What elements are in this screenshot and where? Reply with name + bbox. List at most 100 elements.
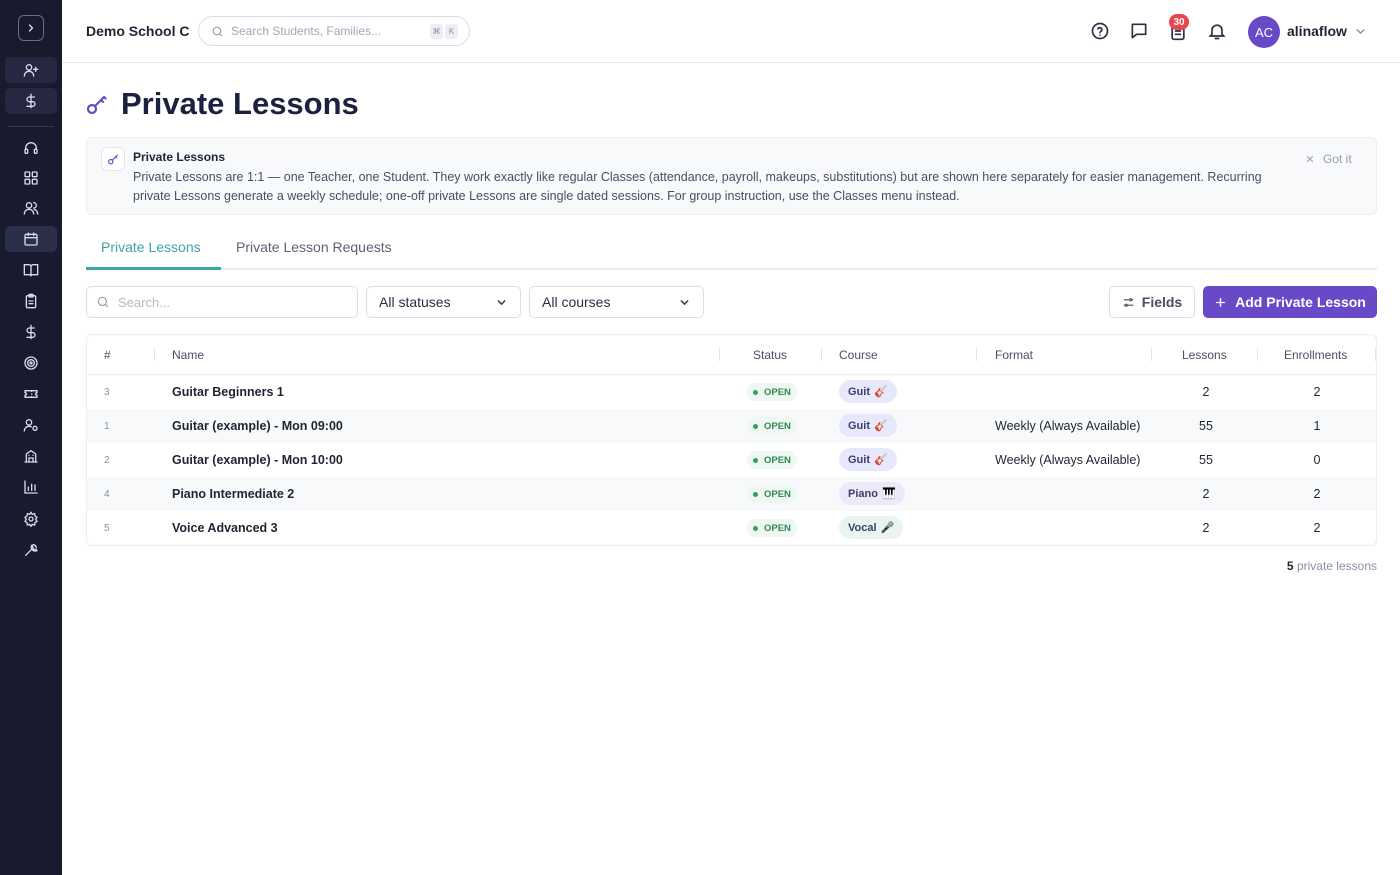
tab-private-lessons[interactable]: Private Lessons	[101, 239, 201, 255]
notifications-button[interactable]	[1207, 21, 1227, 41]
sidebar-item-tools[interactable]	[5, 537, 57, 563]
column-divider	[1151, 348, 1152, 361]
sidebar-item-goals[interactable]	[5, 350, 57, 376]
table-row[interactable]: 1 Guitar (example) - Mon 09:00 OPEN Guit…	[87, 409, 1376, 443]
row-lessons: 2	[1202, 521, 1210, 535]
target-icon	[24, 356, 38, 370]
row-name[interactable]: Piano Intermediate 2	[172, 487, 294, 501]
row-enrollments: 2	[1313, 521, 1321, 535]
key-icon	[85, 93, 109, 117]
status-filter-value: All statuses	[379, 294, 451, 310]
row-name[interactable]: Guitar (example) - Mon 10:00	[172, 453, 343, 467]
key-icon	[101, 147, 125, 171]
row-format: Weekly (Always Available)	[995, 419, 1141, 433]
expand-sidebar-button[interactable]	[18, 15, 44, 41]
building-icon	[24, 449, 38, 463]
school-name[interactable]: Demo School C	[86, 23, 189, 39]
status-filter-select[interactable]: All statuses	[366, 286, 521, 318]
column-header-lessons[interactable]: Lessons	[1182, 348, 1227, 362]
gear-icon	[24, 511, 38, 527]
sidebar-item-settings[interactable]	[5, 506, 57, 532]
table-row[interactable]: 4 Piano Intermediate 2 OPEN Piano 🎹 2 2	[87, 477, 1376, 511]
column-header-status[interactable]: Status	[753, 348, 787, 362]
course-chip[interactable]: Vocal 🎤	[839, 516, 904, 539]
column-divider	[154, 348, 155, 361]
shortcut-key-cmd: ⌘	[430, 24, 443, 39]
table-row[interactable]: 5 Voice Advanced 3 OPEN Vocal 🎤 2 2	[87, 511, 1376, 545]
row-name[interactable]: Guitar (example) - Mon 09:00	[172, 419, 343, 433]
guitar-icon: 🎸	[874, 454, 888, 466]
sidebar-item-support[interactable]	[5, 135, 57, 161]
chevron-right-icon	[28, 24, 34, 32]
column-header-course[interactable]: Course	[839, 348, 878, 362]
course-chip[interactable]: Guit 🎸	[839, 448, 897, 471]
ticket-icon	[24, 390, 38, 398]
chevron-down-icon	[680, 299, 689, 305]
sidebar-item-calendar[interactable]	[5, 226, 57, 252]
lesson-search-placeholder: Search...	[118, 294, 171, 310]
row-name[interactable]: Voice Advanced 3	[172, 521, 278, 535]
help-circle-icon	[1091, 22, 1109, 40]
status-badge: OPEN	[747, 417, 797, 435]
column-header-enrollments[interactable]: Enrollments	[1284, 348, 1347, 362]
bell-icon	[1208, 24, 1226, 40]
top-bar: Demo School C Search Students, Families.…	[62, 0, 1400, 63]
microphone-icon: 🎤	[880, 522, 895, 534]
column-header-format[interactable]: Format	[995, 348, 1033, 362]
global-search-input[interactable]: Search Students, Families... ⌘ K	[198, 16, 470, 46]
lesson-search-input[interactable]: Search...	[86, 286, 358, 318]
status-badge: OPEN	[747, 485, 797, 503]
sidebar-item-locations[interactable]	[5, 443, 57, 469]
row-id: 3	[104, 387, 110, 398]
sidebar-item-tasks[interactable]	[5, 288, 57, 314]
column-divider	[821, 348, 822, 361]
table-row[interactable]: 2 Guitar (example) - Mon 10:00 OPEN Guit…	[87, 443, 1376, 477]
private-lessons-table: # Name Status Course Format Lessons Enro…	[86, 334, 1377, 546]
help-button[interactable]	[1090, 21, 1110, 41]
row-lessons: 2	[1202, 385, 1210, 399]
course-chip[interactable]: Piano 🎹	[839, 482, 905, 505]
user-name[interactable]: alinaflow	[1287, 23, 1347, 39]
row-id: 2	[104, 455, 110, 466]
row-lessons: 2	[1202, 487, 1210, 501]
user-menu-chevron[interactable]	[1354, 25, 1367, 38]
table-row[interactable]: 3 Guitar Beginners 1 OPEN Guit 🎸 2 2	[87, 375, 1376, 409]
dismiss-info-button[interactable]: Got it	[1305, 152, 1352, 166]
add-private-lesson-button[interactable]: Add Private Lesson	[1203, 286, 1377, 318]
users-icon	[23, 202, 39, 215]
column-divider	[1375, 348, 1376, 361]
info-banner: Private Lessons Private Lessons are 1:1 …	[86, 137, 1377, 215]
info-banner-title: Private Lessons	[133, 150, 226, 164]
page-title: Private Lessons	[121, 86, 359, 121]
column-divider	[719, 348, 720, 361]
course-chip[interactable]: Guit 🎸	[839, 380, 897, 403]
sidebar-item-add-user[interactable]	[5, 57, 57, 83]
fields-button-label: Fields	[1141, 294, 1183, 310]
fields-button[interactable]: Fields	[1109, 286, 1195, 318]
column-header-id[interactable]: #	[104, 348, 111, 362]
tab-private-lesson-requests[interactable]: Private Lesson Requests	[236, 239, 392, 255]
sidebar-item-billing[interactable]	[5, 319, 57, 345]
sidebar-item-tickets[interactable]	[5, 381, 57, 407]
messages-button[interactable]	[1129, 21, 1149, 41]
row-lessons: 55	[1199, 419, 1213, 433]
sidebar-item-billing-quick[interactable]	[5, 88, 57, 114]
sidebar-item-staff[interactable]	[5, 412, 57, 438]
calendar-icon	[24, 232, 38, 246]
grid-icon	[24, 171, 38, 185]
sliders-icon	[1123, 297, 1134, 307]
sidebar-item-courses[interactable]	[5, 257, 57, 283]
avatar[interactable]: AC	[1248, 16, 1280, 48]
sidebar-item-reports[interactable]	[5, 474, 57, 500]
column-header-name[interactable]: Name	[172, 348, 204, 362]
sidebar-divider	[8, 126, 54, 127]
course-chip[interactable]: Guit 🎸	[839, 414, 897, 437]
dismiss-info-label: Got it	[1323, 152, 1352, 166]
wrench-icon	[25, 544, 38, 556]
sidebar-item-people[interactable]	[5, 195, 57, 221]
tab-bar: Private Lessons Private Lesson Requests	[86, 230, 1377, 270]
search-icon	[212, 26, 223, 36]
sidebar-item-dashboard[interactable]	[5, 165, 57, 191]
row-name[interactable]: Guitar Beginners 1	[172, 385, 284, 399]
course-filter-select[interactable]: All courses	[529, 286, 704, 318]
